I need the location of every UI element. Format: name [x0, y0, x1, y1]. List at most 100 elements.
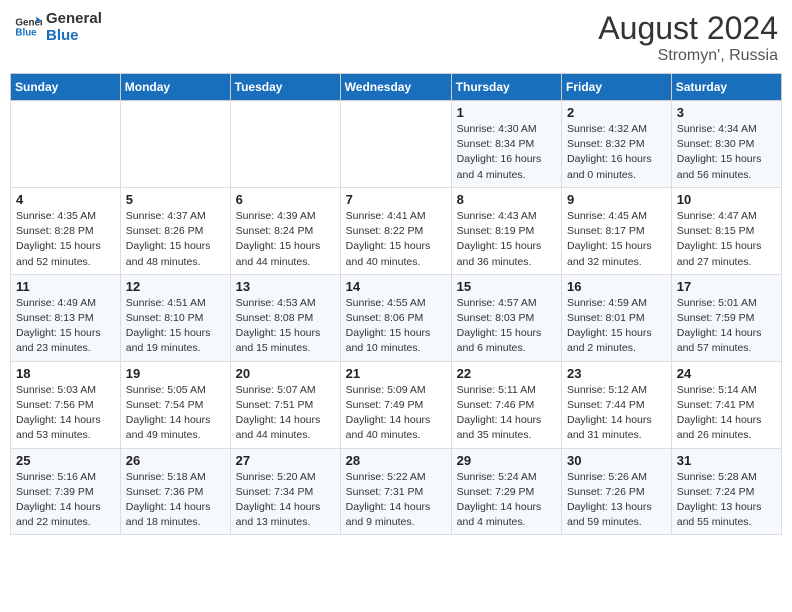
day-number: 23	[567, 366, 666, 381]
day-number: 29	[457, 453, 556, 468]
day-number: 26	[126, 453, 225, 468]
calendar-cell: 8 Sunrise: 4:43 AM Sunset: 8:19 PM Daylig…	[451, 187, 561, 274]
day-detail: Sunrise: 4:55 AM Sunset: 8:06 PM Dayligh…	[346, 296, 446, 357]
weekday-header-saturday: Saturday	[671, 74, 781, 101]
calendar-cell: 21 Sunrise: 5:09 AM Sunset: 7:49 PM Dayli…	[340, 361, 451, 448]
day-detail: Sunrise: 4:41 AM Sunset: 8:22 PM Dayligh…	[346, 209, 446, 270]
day-number: 10	[677, 192, 776, 207]
day-detail: Sunrise: 4:32 AM Sunset: 8:32 PM Dayligh…	[567, 122, 666, 183]
day-detail: Sunrise: 5:28 AM Sunset: 7:24 PM Dayligh…	[677, 470, 776, 531]
day-detail: Sunrise: 4:43 AM Sunset: 8:19 PM Dayligh…	[457, 209, 556, 270]
calendar-cell: 5 Sunrise: 4:37 AM Sunset: 8:26 PM Daylig…	[120, 187, 230, 274]
day-number: 27	[236, 453, 335, 468]
day-detail: Sunrise: 4:57 AM Sunset: 8:03 PM Dayligh…	[457, 296, 556, 357]
day-number: 13	[236, 279, 335, 294]
calendar-cell: 14Sunrise: 4:55 AM Sunset: 8:06 PM Dayli…	[340, 274, 451, 361]
day-detail: Sunrise: 5:03 AM Sunset: 7:56 PM Dayligh…	[16, 383, 115, 444]
day-detail: Sunrise: 4:47 AM Sunset: 8:15 PM Dayligh…	[677, 209, 776, 270]
calendar-cell	[120, 101, 230, 188]
day-number: 4	[16, 192, 115, 207]
day-detail: Sunrise: 4:49 AM Sunset: 8:13 PM Dayligh…	[16, 296, 115, 357]
calendar-cell: 3Sunrise: 4:34 AM Sunset: 8:30 PM Daylig…	[671, 101, 781, 188]
calendar-cell	[340, 101, 451, 188]
day-number: 1	[457, 105, 556, 120]
weekday-header-row: SundayMondayTuesdayWednesdayThursdayFrid…	[11, 74, 782, 101]
calendar-cell: 18 Sunrise: 5:03 AM Sunset: 7:56 PM Dayli…	[11, 361, 121, 448]
day-detail: Sunrise: 5:22 AM Sunset: 7:31 PM Dayligh…	[346, 470, 446, 531]
day-number: 6	[236, 192, 335, 207]
day-detail: Sunrise: 5:05 AM Sunset: 7:54 PM Dayligh…	[126, 383, 225, 444]
day-detail: Sunrise: 5:14 AM Sunset: 7:41 PM Dayligh…	[677, 383, 776, 444]
calendar-cell: 19Sunrise: 5:05 AM Sunset: 7:54 PM Dayli…	[120, 361, 230, 448]
calendar-week-row: 11 Sunrise: 4:49 AM Sunset: 8:13 PM Dayli…	[11, 274, 782, 361]
day-number: 12	[126, 279, 225, 294]
calendar-week-row: 18 Sunrise: 5:03 AM Sunset: 7:56 PM Dayli…	[11, 361, 782, 448]
weekday-header-wednesday: Wednesday	[340, 74, 451, 101]
calendar-cell: 28 Sunrise: 5:22 AM Sunset: 7:31 PM Dayli…	[340, 448, 451, 535]
calendar-cell: 24 Sunrise: 5:14 AM Sunset: 7:41 PM Dayli…	[671, 361, 781, 448]
logo-general-text: General	[46, 10, 102, 27]
calendar-cell: 4 Sunrise: 4:35 AM Sunset: 8:28 PM Daylig…	[11, 187, 121, 274]
logo-icon: General Blue	[14, 13, 42, 41]
month-year-title: August 2024	[598, 10, 778, 47]
day-detail: Sunrise: 5:24 AM Sunset: 7:29 PM Dayligh…	[457, 470, 556, 531]
page-header: General Blue General Blue August 2024 St…	[10, 10, 782, 65]
title-block: August 2024 Stromyn', Russia	[598, 10, 778, 65]
calendar-week-row: 1 Sunrise: 4:30 AM Sunset: 8:34 PM Daylig…	[11, 101, 782, 188]
day-number: 28	[346, 453, 446, 468]
calendar-cell: 12 Sunrise: 4:51 AM Sunset: 8:10 PM Dayli…	[120, 274, 230, 361]
calendar-cell: 26 Sunrise: 5:18 AM Sunset: 7:36 PM Dayli…	[120, 448, 230, 535]
calendar-cell	[230, 101, 340, 188]
day-number: 3	[677, 105, 776, 120]
calendar-cell: 20Sunrise: 5:07 AM Sunset: 7:51 PM Dayli…	[230, 361, 340, 448]
day-detail: Sunrise: 4:45 AM Sunset: 8:17 PM Dayligh…	[567, 209, 666, 270]
calendar-cell: 27 Sunrise: 5:20 AM Sunset: 7:34 PM Dayli…	[230, 448, 340, 535]
day-detail: Sunrise: 5:18 AM Sunset: 7:36 PM Dayligh…	[126, 470, 225, 531]
day-detail: Sunrise: 4:35 AM Sunset: 8:28 PM Dayligh…	[16, 209, 115, 270]
weekday-header-sunday: Sunday	[11, 74, 121, 101]
day-number: 8	[457, 192, 556, 207]
day-number: 15	[457, 279, 556, 294]
day-detail: Sunrise: 5:09 AM Sunset: 7:49 PM Dayligh…	[346, 383, 446, 444]
calendar-cell: 31Sunrise: 5:28 AM Sunset: 7:24 PM Dayli…	[671, 448, 781, 535]
day-number: 30	[567, 453, 666, 468]
day-detail: Sunrise: 4:39 AM Sunset: 8:24 PM Dayligh…	[236, 209, 335, 270]
weekday-header-thursday: Thursday	[451, 74, 561, 101]
calendar-cell: 2 Sunrise: 4:32 AM Sunset: 8:32 PM Daylig…	[562, 101, 672, 188]
day-number: 18	[16, 366, 115, 381]
day-detail: Sunrise: 5:11 AM Sunset: 7:46 PM Dayligh…	[457, 383, 556, 444]
day-detail: Sunrise: 4:37 AM Sunset: 8:26 PM Dayligh…	[126, 209, 225, 270]
calendar-cell: 17Sunrise: 5:01 AM Sunset: 7:59 PM Dayli…	[671, 274, 781, 361]
day-detail: Sunrise: 4:53 AM Sunset: 8:08 PM Dayligh…	[236, 296, 335, 357]
weekday-header-friday: Friday	[562, 74, 672, 101]
day-detail: Sunrise: 5:20 AM Sunset: 7:34 PM Dayligh…	[236, 470, 335, 531]
day-number: 5	[126, 192, 225, 207]
day-number: 21	[346, 366, 446, 381]
calendar-cell: 1 Sunrise: 4:30 AM Sunset: 8:34 PM Daylig…	[451, 101, 561, 188]
day-number: 9	[567, 192, 666, 207]
day-detail: Sunrise: 4:59 AM Sunset: 8:01 PM Dayligh…	[567, 296, 666, 357]
day-number: 17	[677, 279, 776, 294]
calendar-table: SundayMondayTuesdayWednesdayThursdayFrid…	[10, 73, 782, 535]
day-number: 2	[567, 105, 666, 120]
calendar-cell: 22 Sunrise: 5:11 AM Sunset: 7:46 PM Dayli…	[451, 361, 561, 448]
calendar-week-row: 4 Sunrise: 4:35 AM Sunset: 8:28 PM Daylig…	[11, 187, 782, 274]
calendar-cell: 25Sunrise: 5:16 AM Sunset: 7:39 PM Dayli…	[11, 448, 121, 535]
calendar-cell: 7Sunrise: 4:41 AM Sunset: 8:22 PM Daylig…	[340, 187, 451, 274]
svg-text:Blue: Blue	[15, 28, 37, 39]
calendar-cell: 9 Sunrise: 4:45 AM Sunset: 8:17 PM Daylig…	[562, 187, 672, 274]
weekday-header-tuesday: Tuesday	[230, 74, 340, 101]
calendar-week-row: 25Sunrise: 5:16 AM Sunset: 7:39 PM Dayli…	[11, 448, 782, 535]
location-subtitle: Stromyn', Russia	[598, 47, 778, 65]
day-detail: Sunrise: 4:30 AM Sunset: 8:34 PM Dayligh…	[457, 122, 556, 183]
calendar-cell: 29 Sunrise: 5:24 AM Sunset: 7:29 PM Dayli…	[451, 448, 561, 535]
calendar-cell: 10 Sunrise: 4:47 AM Sunset: 8:15 PM Dayli…	[671, 187, 781, 274]
day-number: 16	[567, 279, 666, 294]
day-number: 22	[457, 366, 556, 381]
day-number: 11	[16, 279, 115, 294]
logo-blue-text: Blue	[46, 27, 102, 44]
day-number: 24	[677, 366, 776, 381]
day-detail: Sunrise: 5:16 AM Sunset: 7:39 PM Dayligh…	[16, 470, 115, 531]
calendar-cell: 16 Sunrise: 4:59 AM Sunset: 8:01 PM Dayli…	[562, 274, 672, 361]
day-detail: Sunrise: 4:51 AM Sunset: 8:10 PM Dayligh…	[126, 296, 225, 357]
